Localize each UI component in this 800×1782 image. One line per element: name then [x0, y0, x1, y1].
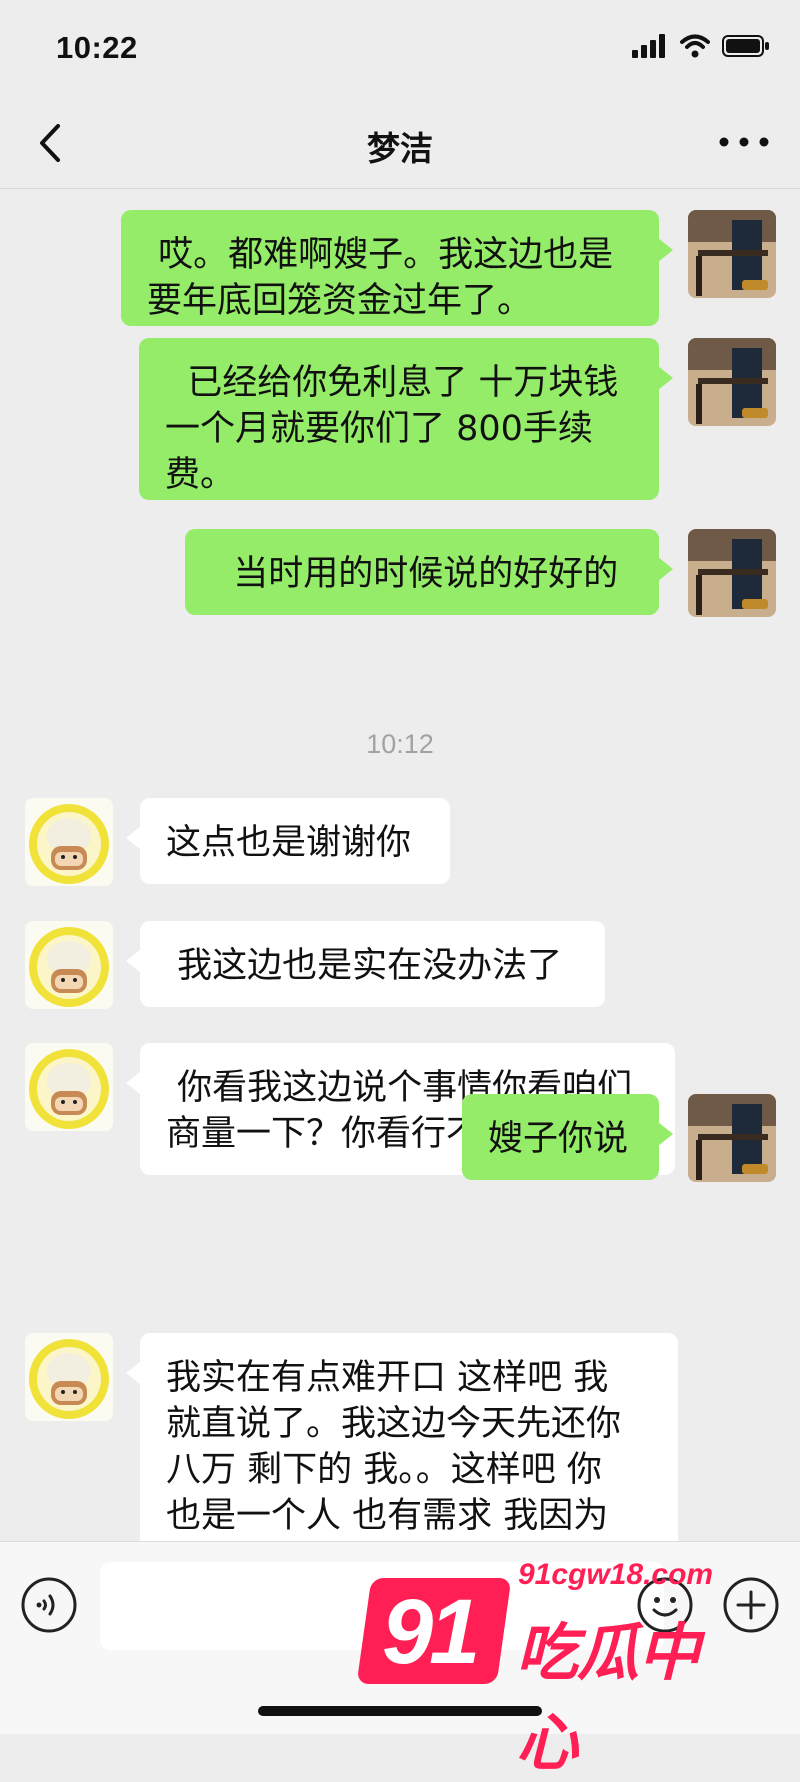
message-timestamp: 10:12: [366, 729, 434, 759]
message-bubble-outgoing[interactable]: 哎。都难啊嫂子。我这边也是 要年底回笼资金过年了。: [121, 210, 673, 326]
chat-title: 梦洁: [367, 129, 433, 168]
voice-input-icon[interactable]: [20, 1576, 78, 1634]
watermark-number: 91: [382, 1581, 480, 1683]
message-bubble-outgoing[interactable]: 嫂子你说: [462, 1094, 673, 1180]
message-bubble-incoming[interactable]: 这点也是谢谢你: [126, 798, 450, 884]
chat-header: 梦洁: [0, 100, 800, 189]
message-bubble-outgoing[interactable]: 已经给你免利息了 十万块钱 一个月就要你们了 800手续 费。: [139, 338, 673, 500]
chat-message-list[interactable]: 哎。都难啊嫂子。我这边也是 要年底回笼资金过年了。 已经给你免利息了 十万块钱 …: [0, 189, 800, 1541]
message-bubble-incoming[interactable]: 我实在有点难开口 这样吧 我 就直说了。我这边今天先还你 八万 剩下的 我。。这…: [126, 1333, 678, 1541]
status-icons: [632, 34, 770, 58]
message-bubble-incoming[interactable]: 我这边也是实在没办法了: [126, 921, 605, 1007]
status-bar: 10:22: [0, 0, 800, 100]
more-icon[interactable]: [716, 122, 772, 162]
signal-icon: [632, 34, 665, 58]
battery-icon: [722, 35, 769, 57]
home-indicator: [258, 1706, 542, 1716]
message-bubble-outgoing[interactable]: 当时用的时候说的好好的: [185, 529, 673, 615]
contact-avatar[interactable]: [25, 1333, 113, 1421]
my-avatar[interactable]: [688, 210, 776, 298]
watermark-logo: 91 91cgw18.com 吃瓜中心: [356, 1540, 740, 1779]
status-time: 10:22: [56, 30, 138, 65]
watermark-name: 吃瓜中心: [516, 1616, 700, 1779]
contact-avatar[interactable]: [25, 798, 113, 886]
watermark-domain: 91cgw18.com: [518, 1558, 714, 1591]
my-avatar[interactable]: [688, 529, 776, 617]
contact-avatar[interactable]: [25, 921, 113, 1009]
my-avatar[interactable]: [688, 338, 776, 426]
my-avatar[interactable]: [688, 1094, 776, 1182]
wifi-icon: [680, 34, 710, 58]
contact-avatar[interactable]: [25, 1043, 113, 1131]
